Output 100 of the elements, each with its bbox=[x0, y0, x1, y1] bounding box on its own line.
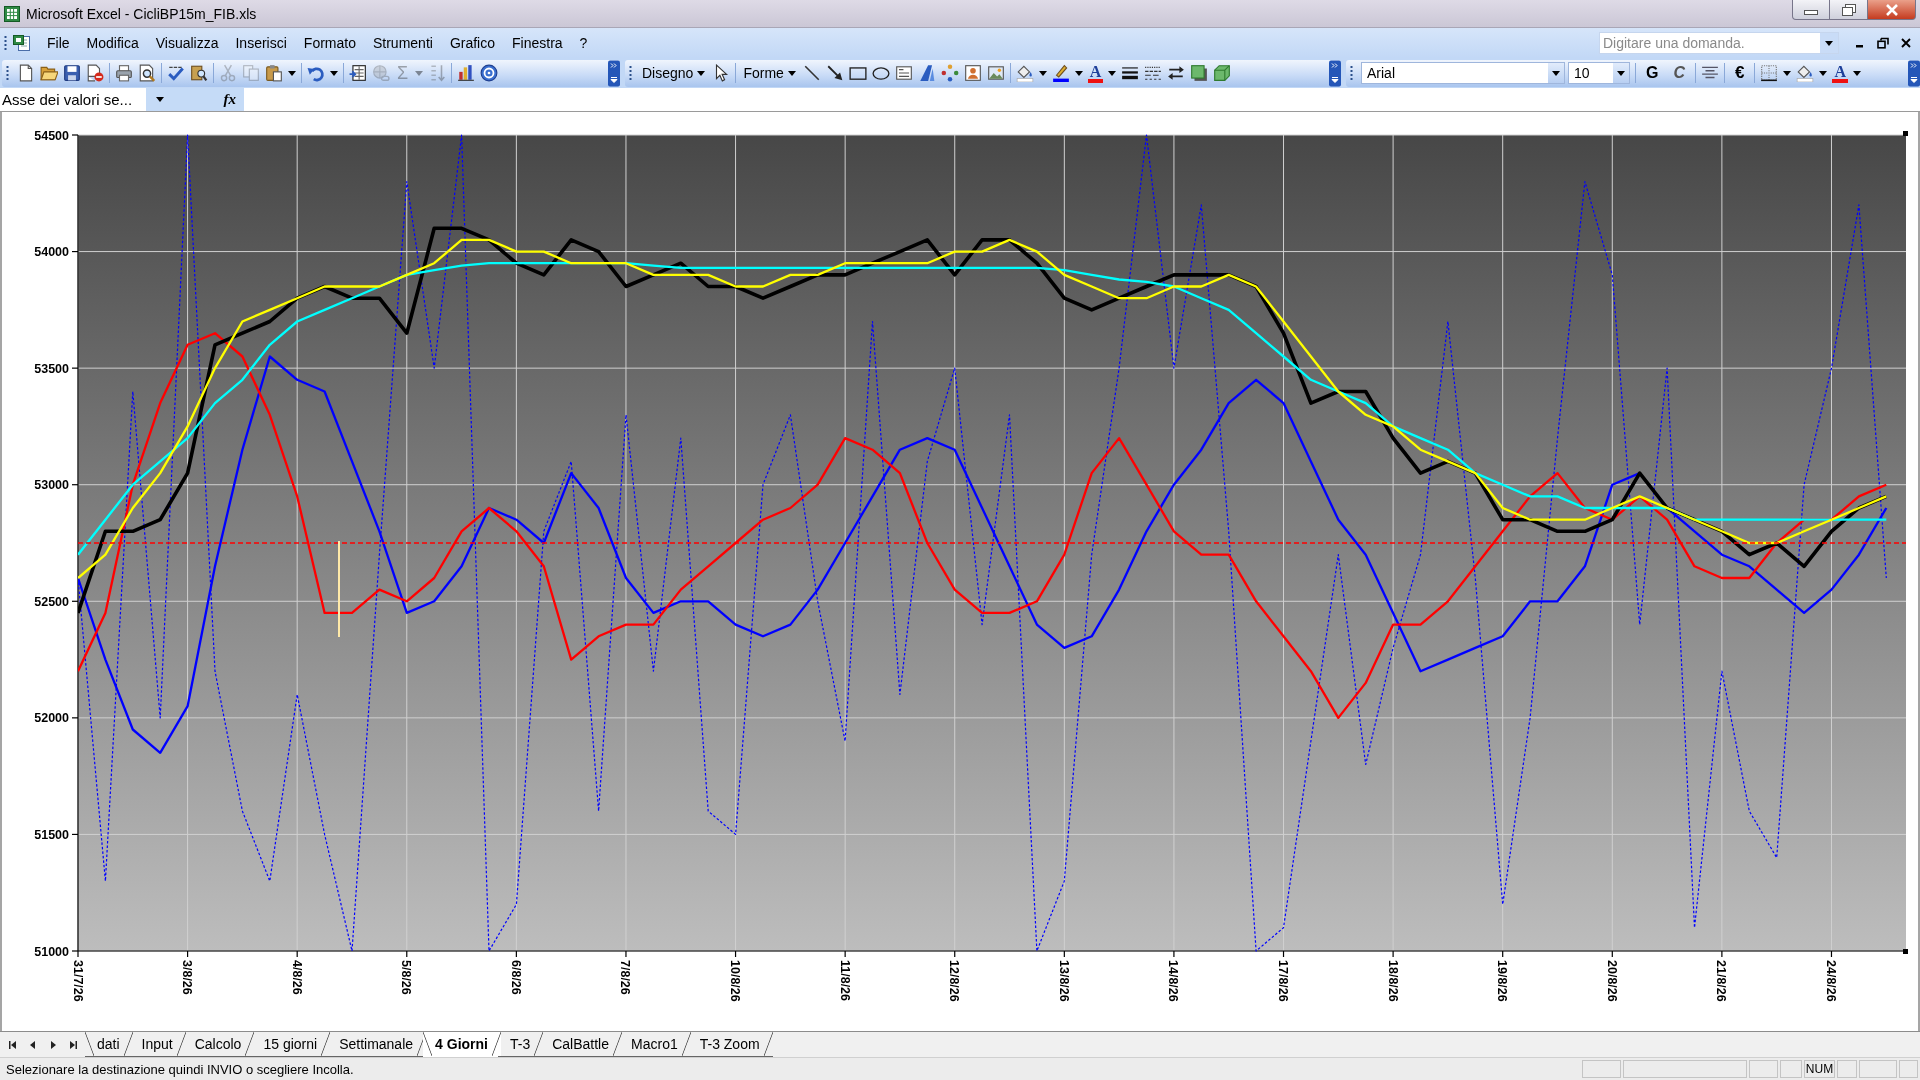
caret-icon[interactable] bbox=[1074, 70, 1083, 76]
draw-menu-button[interactable]: Disegno bbox=[640, 65, 708, 81]
font-color-button[interactable]: A bbox=[1087, 63, 1104, 83]
caret-icon[interactable] bbox=[1825, 40, 1833, 46]
restore-icon[interactable] bbox=[1877, 37, 1889, 49]
menu-item[interactable]: ? bbox=[572, 32, 595, 54]
cube-icon[interactable] bbox=[1213, 64, 1232, 82]
picture-icon[interactable] bbox=[986, 64, 1005, 82]
rectangle-icon[interactable] bbox=[848, 64, 867, 82]
sheet-tab[interactable]: dati bbox=[85, 1032, 133, 1057]
shadow-icon[interactable] bbox=[1190, 64, 1209, 82]
shapes-menu-button[interactable]: Forme bbox=[741, 65, 798, 81]
print-icon[interactable] bbox=[115, 64, 133, 82]
open-folder-icon[interactable] bbox=[40, 64, 58, 82]
menu-item[interactable]: Finestra bbox=[505, 32, 570, 54]
grip-icon[interactable] bbox=[4, 34, 7, 52]
caret-icon[interactable] bbox=[1783, 70, 1792, 76]
maximize-button[interactable] bbox=[1830, 0, 1868, 20]
caret-icon[interactable] bbox=[1853, 70, 1862, 76]
font-color-button[interactable]: A bbox=[1832, 63, 1849, 83]
double-arrow-icon[interactable] bbox=[1167, 64, 1186, 82]
selection-handle-icon[interactable] bbox=[1903, 949, 1908, 954]
font-size-field[interactable]: 10 bbox=[1568, 62, 1630, 84]
italic-button[interactable]: C bbox=[1668, 64, 1690, 82]
axis-label: 24/8/26 bbox=[1824, 960, 1838, 1002]
line-weight-icon[interactable] bbox=[1121, 64, 1140, 82]
caret-icon[interactable] bbox=[288, 70, 296, 76]
toolbar-options-icon[interactable] bbox=[1908, 59, 1920, 87]
menu-item[interactable]: Visualizza bbox=[148, 32, 226, 54]
axis-label: 20/8/26 bbox=[1604, 960, 1619, 1002]
skip-forward-icon[interactable] bbox=[68, 1039, 78, 1050]
bold-button[interactable]: G bbox=[1641, 64, 1664, 82]
axis-label: 53000 bbox=[34, 478, 69, 493]
toolbar-options-icon[interactable] bbox=[608, 59, 620, 87]
font-field[interactable]: Arial bbox=[1361, 62, 1565, 84]
save-icon[interactable] bbox=[63, 64, 81, 82]
portrait-icon[interactable] bbox=[963, 64, 982, 82]
arrow-icon[interactable] bbox=[825, 64, 844, 82]
caret-icon[interactable] bbox=[1038, 70, 1047, 76]
minimize-button[interactable] bbox=[1792, 0, 1830, 20]
grip-icon[interactable] bbox=[629, 64, 632, 82]
caret-icon[interactable] bbox=[1552, 70, 1560, 76]
spreadsheet-icon[interactable] bbox=[13, 34, 31, 52]
undo-icon[interactable] bbox=[307, 64, 325, 82]
paint-bucket-icon[interactable] bbox=[1796, 64, 1815, 82]
grip-icon[interactable] bbox=[1350, 64, 1353, 82]
sheet-tab[interactable]: Macro1 bbox=[619, 1032, 691, 1057]
spelling-check-icon[interactable] bbox=[167, 64, 185, 82]
axis-label: 54500 bbox=[34, 128, 69, 143]
bar-chart-icon[interactable] bbox=[457, 64, 476, 82]
close-button[interactable] bbox=[1868, 0, 1916, 20]
euro-button[interactable]: € bbox=[1730, 63, 1750, 83]
dots-icon[interactable] bbox=[940, 64, 959, 82]
menu-item[interactable]: Formato bbox=[296, 32, 363, 54]
menu-item[interactable]: Grafico bbox=[442, 32, 502, 54]
target-icon[interactable] bbox=[480, 64, 499, 82]
selection-handle-icon[interactable] bbox=[1903, 131, 1908, 136]
caret-icon[interactable] bbox=[156, 97, 164, 102]
caret-icon[interactable] bbox=[1108, 70, 1117, 76]
pencil-icon[interactable] bbox=[1051, 64, 1070, 82]
axis-label: 54000 bbox=[34, 245, 69, 260]
restore-icon bbox=[1841, 3, 1856, 16]
sheet-tab[interactable]: 4 Giorni bbox=[423, 1032, 501, 1057]
menu-item[interactable]: Inserisci bbox=[228, 32, 294, 54]
insert-function-button[interactable]: fx bbox=[221, 91, 238, 108]
status-indicator: NUM bbox=[1804, 1060, 1835, 1078]
menu-item[interactable]: Strumenti bbox=[365, 32, 440, 54]
sheet-tab[interactable]: CalBattle bbox=[540, 1032, 622, 1057]
oval-icon[interactable] bbox=[871, 64, 890, 82]
menu-item[interactable]: File bbox=[40, 32, 77, 54]
caret-icon[interactable] bbox=[1617, 70, 1625, 76]
document-block-icon[interactable] bbox=[86, 64, 104, 82]
axis-label: 7/8/26 bbox=[618, 960, 633, 995]
axis-label: 51500 bbox=[34, 827, 69, 842]
axis-label: 52000 bbox=[34, 711, 69, 726]
slant-icon[interactable] bbox=[917, 64, 936, 82]
axis-label: 18/8/26 bbox=[1385, 960, 1400, 1002]
grip-icon[interactable] bbox=[6, 64, 9, 82]
dash-style-icon[interactable] bbox=[1144, 64, 1163, 82]
paint-bucket-icon[interactable] bbox=[1015, 64, 1034, 82]
book-search-icon[interactable] bbox=[190, 64, 208, 82]
caret-left-icon[interactable] bbox=[28, 1039, 38, 1050]
caret-icon[interactable] bbox=[1819, 70, 1828, 76]
line-icon[interactable] bbox=[802, 64, 821, 82]
window-title: Microsoft Excel - CicliBP15m_FIB.xls bbox=[26, 5, 257, 22]
axis-label: 11/8/26 bbox=[837, 960, 852, 1001]
toolbar-options-icon[interactable] bbox=[1329, 59, 1341, 87]
menu-item[interactable]: Modifica bbox=[79, 32, 146, 54]
minimize-icon bbox=[1804, 10, 1818, 15]
axis-label: 14/8/26 bbox=[1166, 960, 1181, 1002]
print-preview-icon[interactable] bbox=[138, 64, 156, 82]
close-icon[interactable] bbox=[1900, 37, 1912, 49]
text-box-icon[interactable] bbox=[894, 64, 913, 82]
caret-right-icon[interactable] bbox=[48, 1039, 58, 1050]
new-document-icon[interactable] bbox=[17, 64, 35, 82]
caret-icon[interactable] bbox=[330, 70, 338, 76]
paste-icon[interactable] bbox=[265, 64, 283, 82]
help-search-field[interactable]: Digitare una domanda. bbox=[1599, 32, 1839, 54]
skip-back-icon[interactable] bbox=[8, 1039, 18, 1050]
borders-icon[interactable] bbox=[1760, 64, 1779, 82]
